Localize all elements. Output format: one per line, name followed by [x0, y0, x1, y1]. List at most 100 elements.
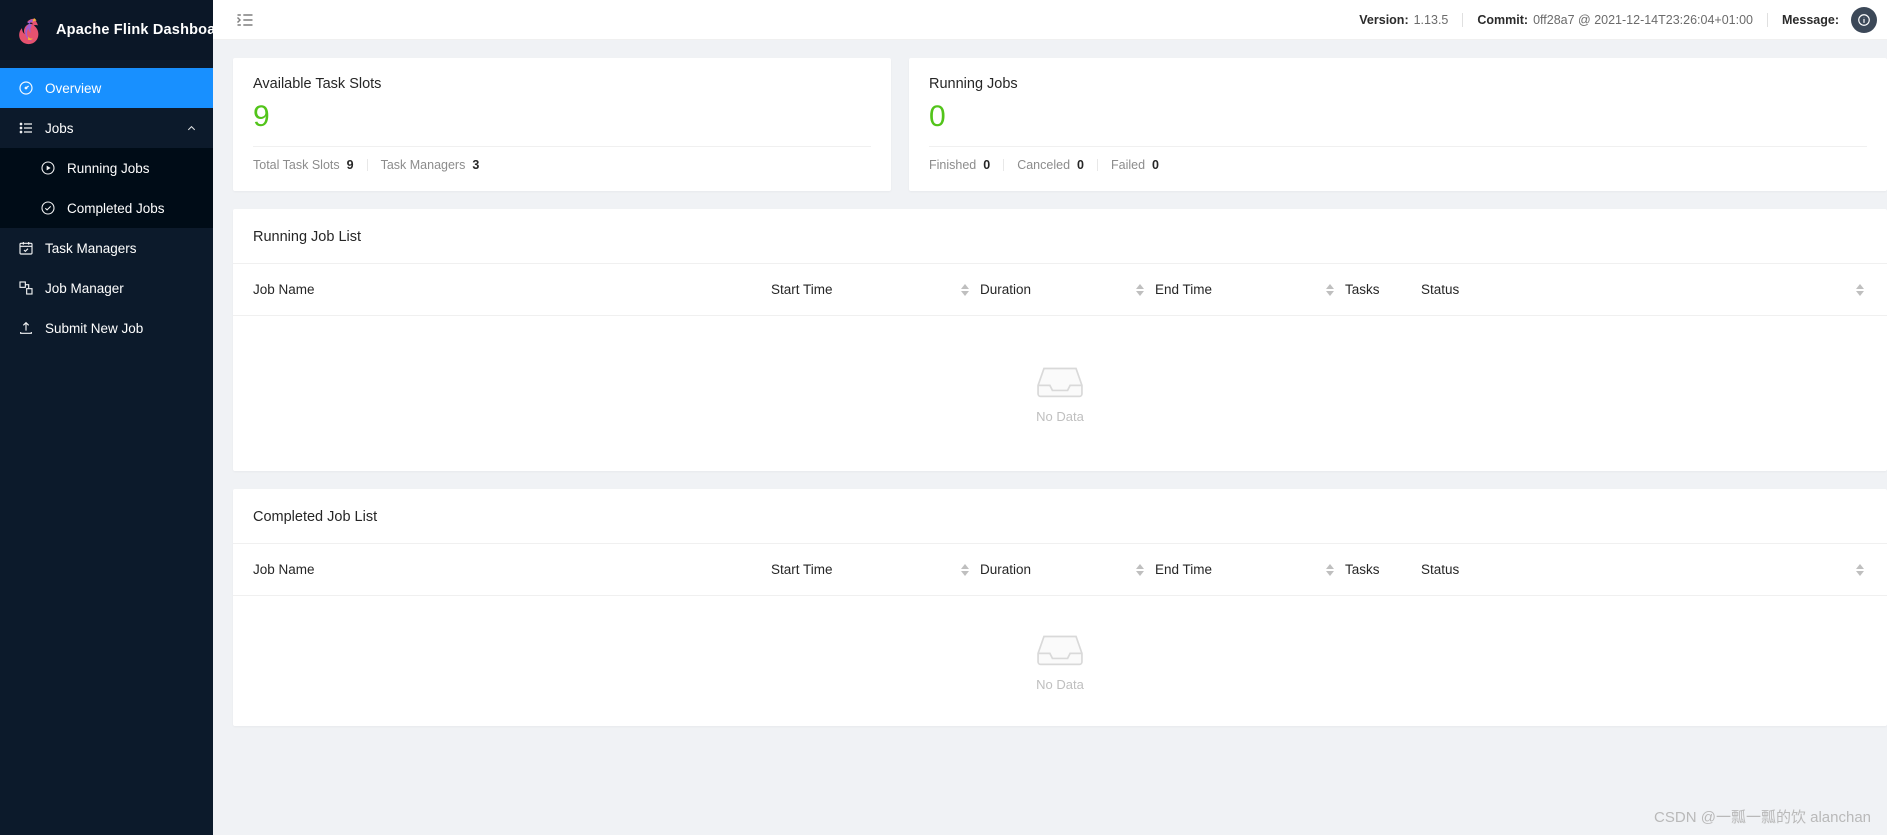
stat-total-task-slots: Total Task Slots 9 — [253, 158, 354, 172]
check-circle-icon — [41, 201, 55, 215]
sidebar: Apache Flink Dashboard Overview Jobs Run… — [0, 0, 213, 835]
column-header-tasks[interactable]: Tasks — [1326, 282, 1421, 297]
column-header-duration[interactable]: Duration — [961, 282, 1136, 297]
divider — [1003, 159, 1005, 171]
stat-label: Canceled — [1017, 158, 1071, 172]
stat-label: Failed — [1110, 158, 1146, 172]
sidebar-item-completed-jobs[interactable]: Completed Jobs — [0, 188, 213, 228]
topbar: Version: 1.13.5 Commit: 0ff28a7 @ 2021-1… — [213, 0, 1887, 40]
content: Available Task Slots 9 Total Task Slots … — [213, 40, 1887, 835]
completed-job-list-panel: Completed Job List Job Name Start Time D… — [233, 489, 1887, 726]
sidebar-item-running-jobs[interactable]: Running Jobs — [0, 148, 213, 188]
column-header-tasks[interactable]: Tasks — [1326, 562, 1421, 577]
sidebar-item-label: Overview — [45, 80, 102, 96]
chevron-up-icon — [187, 125, 196, 130]
stat-value: 0 — [983, 158, 991, 172]
empty-state: No Data — [233, 596, 1887, 726]
sort-toggle-icon[interactable] — [1136, 283, 1145, 296]
list-icon — [19, 122, 32, 134]
sort-toggle-icon[interactable] — [1136, 563, 1145, 576]
info-icon — [1858, 13, 1870, 26]
column-header-job-name[interactable]: Job Name — [253, 282, 771, 297]
stat-canceled: Canceled 0 — [1017, 158, 1084, 172]
running-jobs-card: Running Jobs 0 Finished 0 Canceled 0 Fai… — [909, 58, 1887, 191]
sort-toggle-icon[interactable] — [1326, 563, 1335, 576]
column-label: Duration — [980, 562, 1032, 577]
brand-title: Apache Flink Dashboard — [56, 22, 213, 38]
card-title: Running Jobs — [929, 76, 1018, 92]
sidebar-item-label: Completed Jobs — [67, 200, 165, 216]
card-footer-stats: Total Task Slots 9 Task Managers 3 — [253, 147, 871, 172]
column-label: Start Time — [771, 282, 833, 297]
sidebar-nav: Overview Jobs Running Jobs Completed Job… — [0, 60, 213, 348]
column-label: Duration — [980, 282, 1032, 297]
empty-text: No Data — [1036, 676, 1084, 692]
running-job-table: Job Name Start Time Duration End Time Ta… — [233, 264, 1887, 471]
version-label: Version: — [1359, 12, 1409, 27]
menu-fold-icon[interactable] — [235, 10, 255, 30]
completed-job-table: Job Name Start Time Duration End Time Ta… — [233, 544, 1887, 726]
message-label: Message: — [1782, 12, 1839, 27]
stat-finished: Finished 0 — [929, 158, 990, 172]
empty-text: No Data — [1036, 409, 1084, 424]
divider — [1767, 12, 1769, 27]
column-header-duration[interactable]: Duration — [961, 562, 1136, 577]
sort-toggle-icon[interactable] — [961, 283, 970, 296]
column-header-start-time[interactable]: Start Time — [771, 282, 961, 297]
running-job-list-panel: Running Job List Job Name Start Time Dur… — [233, 209, 1887, 471]
panel-title: Running Job List — [233, 209, 1887, 264]
panel-title: Completed Job List — [233, 489, 1887, 544]
column-label: End Time — [1155, 282, 1213, 297]
stat-value: 0 — [1152, 158, 1159, 172]
message-badge-icon[interactable] — [1851, 6, 1877, 33]
sidebar-item-label: Running Jobs — [67, 160, 150, 176]
column-header-status[interactable]: Status — [1421, 562, 1867, 577]
flink-squirrel-logo-icon — [19, 18, 39, 45]
empty-state: No Data — [233, 316, 1887, 471]
stat-value: 9 — [346, 158, 354, 172]
stat-value: 0 — [1077, 158, 1084, 172]
sidebar-item-label: Task Managers — [45, 240, 137, 256]
commit-meta: Commit: 0ff28a7 @ 2021-12-14T23:26:04+01… — [1477, 13, 1753, 27]
stat-task-managers: Task Managers 3 — [381, 158, 480, 172]
brand-header[interactable]: Apache Flink Dashboard — [0, 0, 213, 60]
inbox-icon — [1037, 367, 1083, 398]
stat-label: Total Task Slots — [253, 158, 340, 172]
sort-toggle-icon[interactable] — [961, 563, 970, 576]
main-area: Version: 1.13.5 Commit: 0ff28a7 @ 2021-1… — [213, 0, 1887, 835]
card-footer-stats: Finished 0 Canceled 0 Failed 0 — [929, 147, 1867, 172]
available-task-slots-value: 9 — [253, 100, 270, 133]
stat-label: Task Managers — [380, 158, 466, 172]
sidebar-item-overview[interactable]: Overview — [0, 68, 213, 108]
sidebar-item-submit-new-job[interactable]: Submit New Job — [0, 308, 213, 348]
column-header-start-time[interactable]: Start Time — [771, 562, 961, 577]
sidebar-item-job-manager[interactable]: Job Manager — [0, 268, 213, 308]
sort-toggle-icon[interactable] — [1326, 283, 1335, 296]
topbar-meta: Version: 1.13.5 Commit: 0ff28a7 @ 2021-1… — [1359, 6, 1877, 33]
sidebar-item-label: Jobs — [45, 120, 74, 136]
sidebar-item-jobs[interactable]: Jobs — [0, 108, 213, 148]
column-header-end-time[interactable]: End Time — [1136, 562, 1326, 577]
column-header-status[interactable]: Status — [1421, 282, 1867, 297]
divider — [1096, 159, 1098, 171]
stat-label: Finished — [929, 158, 977, 172]
column-label: Status — [1421, 562, 1460, 577]
sort-toggle-icon[interactable] — [1856, 563, 1865, 576]
column-header-end-time[interactable]: End Time — [1136, 282, 1326, 297]
flink-dashboard: Apache Flink Dashboard Overview Jobs Run… — [0, 0, 1887, 835]
dashboard-icon — [19, 81, 33, 95]
sidebar-item-task-managers[interactable]: Task Managers — [0, 228, 213, 268]
column-header-job-name[interactable]: Job Name — [253, 562, 771, 577]
stat-value: 3 — [472, 158, 480, 172]
column-label: Tasks — [1345, 282, 1380, 297]
commit-label: Commit: — [1477, 12, 1529, 27]
column-label: Job Name — [253, 282, 315, 297]
sidebar-item-label: Submit New Job — [45, 320, 144, 336]
stat-failed: Failed 0 — [1111, 158, 1159, 172]
sort-toggle-icon[interactable] — [1856, 283, 1865, 296]
summary-cards: Available Task Slots 9 Total Task Slots … — [213, 58, 1887, 191]
column-label: Job Name — [253, 562, 315, 577]
message-meta: Message: — [1782, 13, 1839, 27]
column-label: End Time — [1155, 562, 1213, 577]
column-label: Status — [1421, 282, 1460, 297]
